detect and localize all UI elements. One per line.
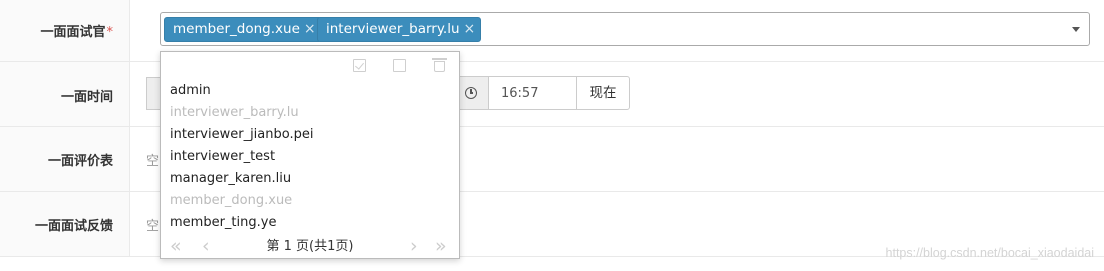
tag-label: member_dong.xue: [173, 21, 300, 37]
option-list: admin interviewer_barry.lu interviewer_j…: [161, 80, 459, 234]
option-item[interactable]: interviewer_test: [161, 146, 459, 168]
last-page-button[interactable]: »: [435, 236, 447, 256]
interviewer-dropdown: admin interviewer_barry.lu interviewer_j…: [160, 51, 460, 259]
remove-tag-icon[interactable]: ×: [304, 21, 316, 37]
feedback-label: 一面面试反馈: [34, 219, 113, 234]
selected-tag[interactable]: interviewer_barry.lu ×: [317, 17, 482, 42]
option-item[interactable]: interviewer_jianbo.pei: [161, 124, 459, 146]
now-button[interactable]: 现在: [576, 76, 630, 110]
time-input[interactable]: [488, 76, 577, 110]
option-item[interactable]: manager_karen.liu: [161, 168, 459, 190]
interviewer-select[interactable]: member_dong.xue × interviewer_barry.lu ×: [160, 12, 1090, 46]
option-item[interactable]: member_ting.ye: [161, 212, 459, 234]
next-page-button[interactable]: ›: [410, 236, 418, 256]
required-mark: *: [106, 25, 114, 40]
label-cell: 一面评价表: [0, 127, 130, 191]
remove-tag-icon[interactable]: ×: [464, 21, 476, 37]
option-item[interactable]: admin: [161, 80, 459, 102]
evaluation-value: 空: [146, 154, 160, 169]
selected-tag[interactable]: member_dong.xue ×: [164, 17, 322, 42]
label-cell: 一面面试反馈: [0, 192, 130, 256]
check-all-icon[interactable]: [353, 59, 366, 72]
interviewer-label: 一面面试官*: [40, 25, 114, 40]
label-cell: 一面时间: [0, 62, 130, 126]
evaluation-label: 一面评价表: [47, 154, 113, 169]
tag-label: interviewer_barry.lu: [326, 21, 460, 37]
chevron-down-icon[interactable]: [1072, 27, 1080, 32]
dropdown-toolbar: [161, 52, 459, 80]
pager: « ‹ 第 1 页(共1页) › »: [161, 236, 459, 258]
time-label: 一面时间: [60, 90, 113, 105]
feedback-value: 空: [146, 219, 160, 234]
option-item: member_dong.xue: [170, 193, 293, 208]
label-cell: 一面面试官*: [0, 0, 130, 61]
uncheck-icon[interactable]: [393, 59, 406, 72]
watermark: https://blog.csdn.net/bocai_xiaodaidai: [885, 246, 1094, 260]
option-item: interviewer_barry.lu: [170, 105, 299, 120]
clock-icon: [465, 87, 477, 99]
clear-icon[interactable]: [432, 58, 447, 72]
